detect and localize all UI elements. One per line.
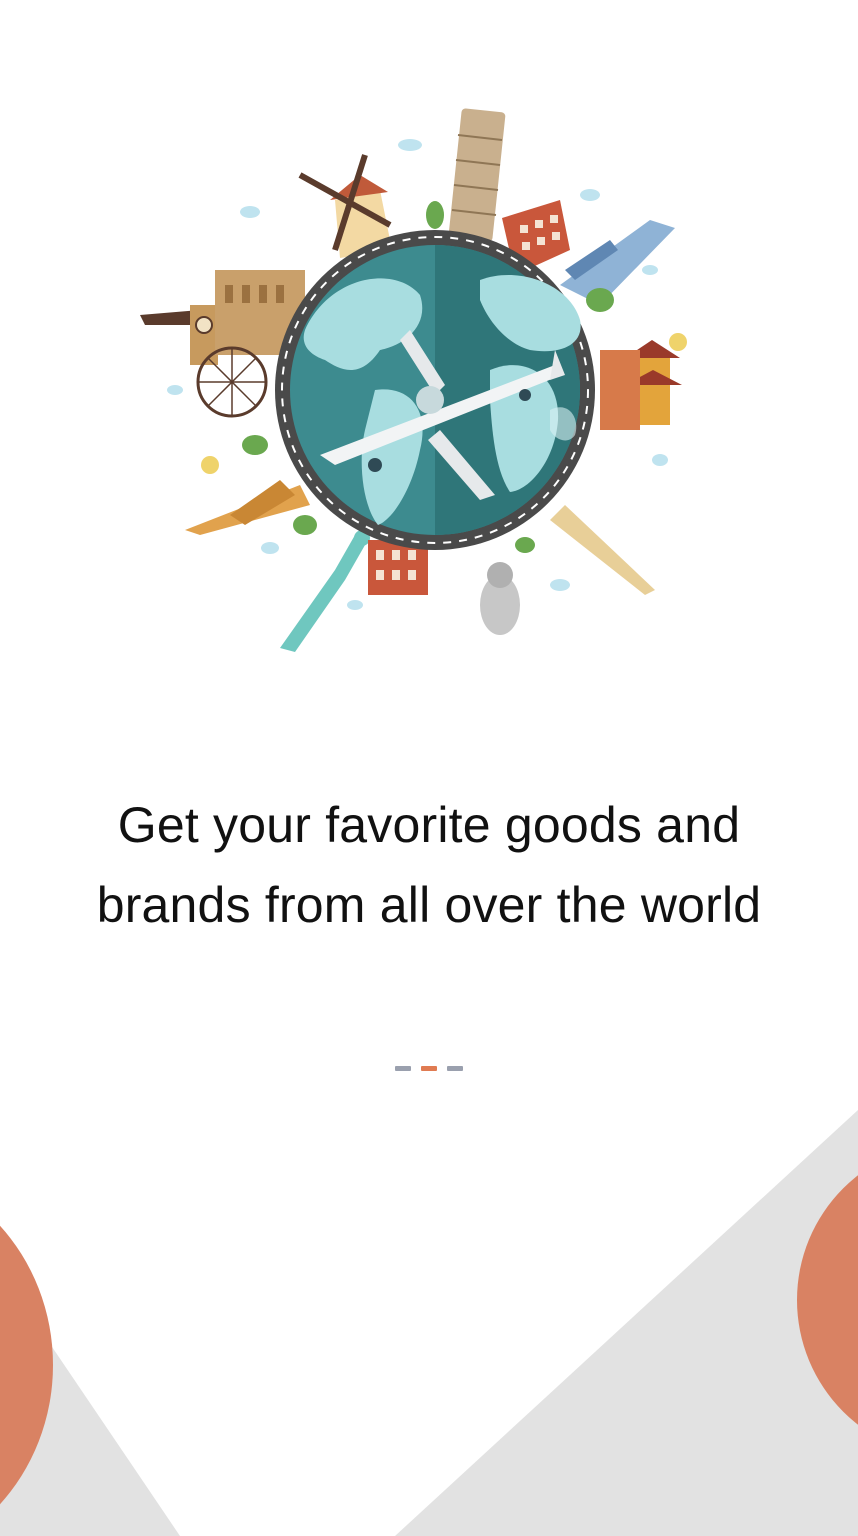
gray-triangle-right xyxy=(395,1110,858,1536)
headline-line-1: Get your favorite goods and xyxy=(117,797,741,853)
ferris-wheel-icon xyxy=(196,346,268,418)
globe-illustration xyxy=(140,108,687,652)
page-indicator-dot-2-active[interactable] xyxy=(421,1065,437,1071)
onboarding-screen: Get your favorite goods and brands from … xyxy=(0,0,858,1536)
page-indicator-dot-1[interactable] xyxy=(395,1065,411,1071)
skyscraper-icon xyxy=(560,220,675,305)
pagoda-icon xyxy=(600,333,687,430)
statue-of-liberty-icon xyxy=(280,530,370,652)
merlion-icon xyxy=(480,562,520,635)
headline-line-2: brands from all over the world xyxy=(96,877,762,933)
page-indicator-dot-3[interactable] xyxy=(447,1065,463,1071)
onboarding-headline: Get your favorite goods and brands from … xyxy=(40,785,818,945)
page-indicator xyxy=(395,1064,465,1072)
pisa-tower-icon xyxy=(448,108,506,242)
eiffel-tower-icon xyxy=(185,456,310,535)
